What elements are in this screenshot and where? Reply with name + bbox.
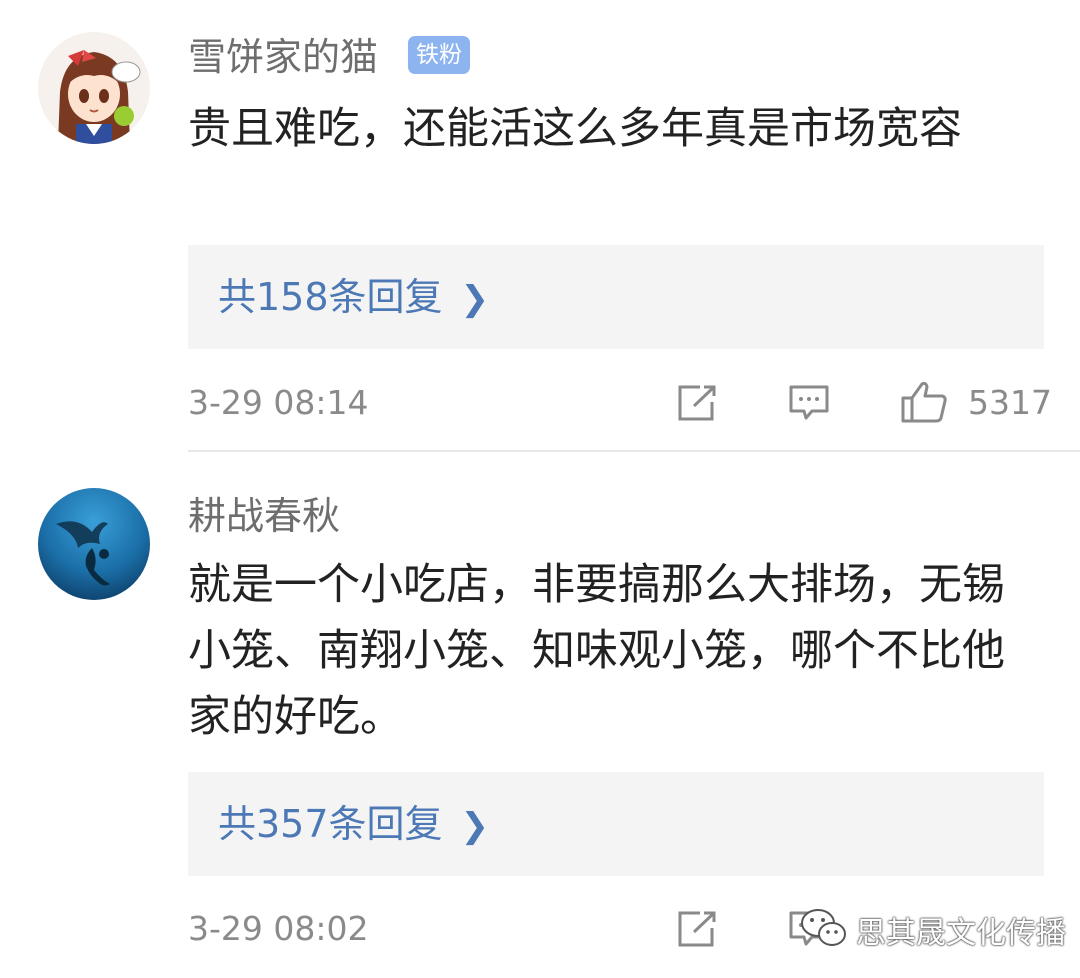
comment-item: 雪饼家的猫 铁粉 贵且难吃，还能活这么多年真是市场宽容 共158条回复 ❯ 3-2… xyxy=(0,0,1080,450)
comment-meta: 3-29 08:14 5317 xyxy=(188,378,1052,428)
view-replies-button[interactable]: 共357条回复 ❯ xyxy=(188,772,1044,876)
thumbs-up-icon[interactable] xyxy=(900,380,948,424)
user-avatar[interactable] xyxy=(38,32,150,144)
timestamp: 3-29 08:14 xyxy=(188,383,369,422)
share-icon[interactable] xyxy=(676,384,718,422)
username[interactable]: 雪饼家的猫 xyxy=(188,33,378,81)
chevron-right-icon: ❯ xyxy=(460,279,490,319)
comment-text: 贵且难吃，还能活这么多年真是市场宽容 xyxy=(188,104,962,154)
chevron-right-icon: ❯ xyxy=(460,806,490,846)
comment-icon[interactable] xyxy=(788,384,830,422)
watermark: 思其晟文化传播 xyxy=(800,906,1066,954)
fan-badge: 铁粉 xyxy=(408,36,470,74)
user-avatar[interactable] xyxy=(38,488,150,600)
share-icon[interactable] xyxy=(676,910,718,948)
comment-feed: 雪饼家的猫 铁粉 贵且难吃，还能活这么多年真是市场宽容 共158条回复 ❯ 3-2… xyxy=(0,0,1080,978)
view-replies-button[interactable]: 共158条回复 ❯ xyxy=(188,245,1044,349)
timestamp: 3-29 08:02 xyxy=(188,909,369,948)
like-count: 5317 xyxy=(968,383,1052,422)
comment-text: 就是一个小吃店，非要搞那么大排场，无锡小笼、南翔小笼、知味观小笼，哪个不比他家的… xyxy=(188,560,1005,742)
wechat-icon xyxy=(800,907,848,953)
comment-item: 耕战春秋 就是一个小吃店，非要搞那么大排场，无锡小笼、南翔小笼、知味观小笼，哪个… xyxy=(0,452,1080,978)
username[interactable]: 耕战春秋 xyxy=(188,492,340,540)
replies-count-label: 共357条回复 xyxy=(218,802,443,846)
watermark-text: 思其晟文化传播 xyxy=(856,916,1066,951)
replies-count-label: 共158条回复 xyxy=(218,275,443,319)
